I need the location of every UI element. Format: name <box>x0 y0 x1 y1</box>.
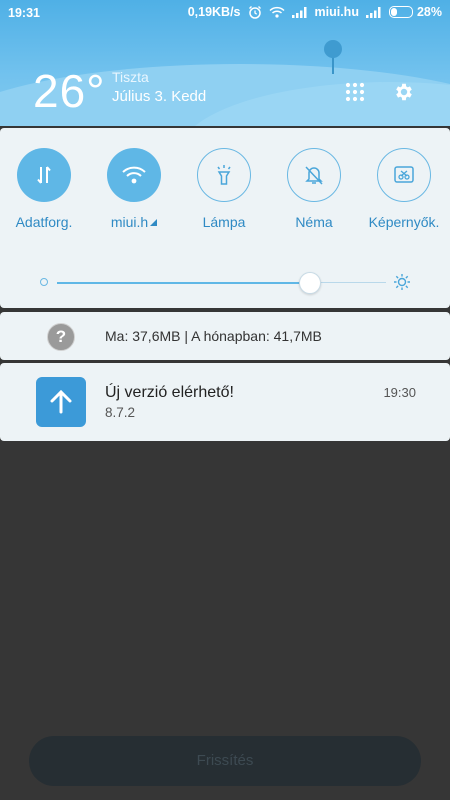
slider-thumb[interactable] <box>299 272 322 294</box>
toggle-label: Lámpa <box>202 214 246 230</box>
notification-time: 19:30 <box>383 385 416 400</box>
toggle-label: Néma <box>295 214 333 230</box>
update-button[interactable]: Frissítés <box>29 736 421 786</box>
mute-bell-icon[interactable] <box>287 148 341 202</box>
network-speed: 0,19KB/s <box>187 5 241 19</box>
wifi-signal-icon <box>150 219 158 226</box>
brightness-slider[interactable] <box>0 272 450 296</box>
screenshot-icon[interactable] <box>377 148 431 202</box>
toggle-data[interactable]: Adatforg. <box>7 148 81 230</box>
gear-icon[interactable] <box>393 81 415 108</box>
battery-percent: 28% <box>416 5 442 19</box>
signal-icon <box>365 6 382 18</box>
notification-version: 8.7.2 <box>105 405 136 420</box>
weather-header: 19:31 0,19KB/s miui.hu 28% 26° Tiszta Jú… <box>0 0 450 126</box>
help-icon: ? <box>47 323 75 351</box>
toggle-label: miui.h <box>97 214 171 230</box>
upload-arrow-icon <box>36 377 86 427</box>
status-bar: 19:31 0,19KB/s miui.hu 28% <box>0 0 450 26</box>
slider-track-filled <box>57 282 311 284</box>
data-usage-row[interactable]: ? Ma: 37,6MB | A hónapban: 41,7MB <box>0 312 450 360</box>
weather-condition: Tiszta <box>112 69 149 85</box>
signal-icon <box>291 6 308 18</box>
toggle-label: Képernyők. <box>368 214 440 230</box>
battery-indicator: 28% <box>388 5 442 19</box>
data-transfer-icon[interactable] <box>17 148 71 202</box>
toggle-screenshot[interactable]: Képernyők. <box>367 148 441 230</box>
toggle-mute[interactable]: Néma <box>277 148 351 230</box>
toggle-flashlight[interactable]: Lámpa <box>187 148 261 230</box>
status-time: 19:31 <box>8 6 40 20</box>
toggle-label: Adatforg. <box>15 214 73 230</box>
alarm-icon <box>248 5 262 19</box>
brightness-high-icon <box>393 273 411 296</box>
update-notification[interactable]: Új verzió elérhető! 8.7.2 19:30 <box>0 363 450 441</box>
toggle-wifi[interactable]: miui.h <box>97 148 171 230</box>
weather-date: Július 3. Kedd <box>112 88 207 105</box>
wifi-status-icon <box>268 6 285 18</box>
flashlight-icon[interactable] <box>197 148 251 202</box>
data-usage-text: Ma: 37,6MB | A hónapban: 41,7MB <box>105 328 322 344</box>
notification-title: Új verzió elérhető! <box>105 384 234 401</box>
battery-icon <box>388 6 413 18</box>
quick-toggles-panel: Adatforg. miui.h Lámpa Néma Képernyők. <box>0 128 450 308</box>
tree-illustration <box>324 40 342 58</box>
brightness-low-icon <box>40 278 48 286</box>
slider-track <box>310 282 386 283</box>
carrier-name: miui.hu <box>314 5 359 19</box>
wifi-icon[interactable] <box>107 148 161 202</box>
grid-menu-icon[interactable] <box>345 82 365 107</box>
temperature: 26° <box>33 65 106 117</box>
